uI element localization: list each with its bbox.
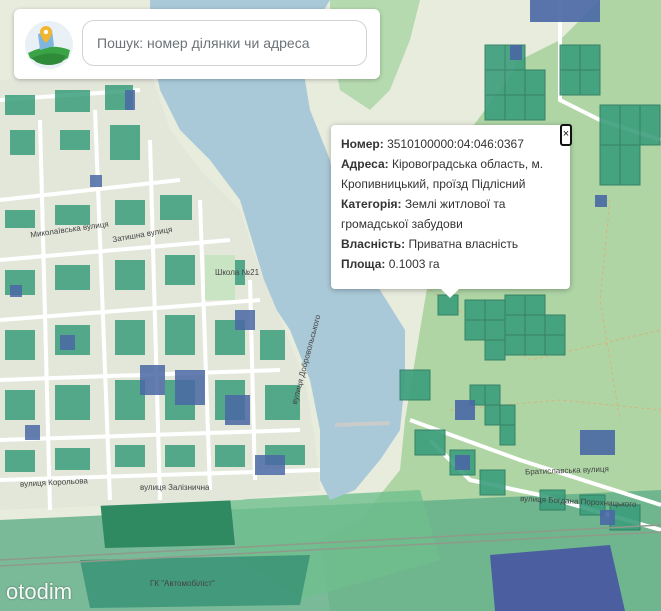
map-label-school: Школа №21 bbox=[215, 268, 260, 277]
parcel-blue-south bbox=[490, 545, 625, 611]
popup-address-label: Адреса: bbox=[341, 157, 389, 171]
watermark-logo: otodim bbox=[6, 579, 73, 604]
popup-row-address: Адреса: Кіровоградська область, м. Кропи… bbox=[341, 154, 560, 194]
popup-number-label: Номер: bbox=[341, 137, 384, 151]
popup-row-category: Категорія: Землі житлової та громадської… bbox=[341, 194, 560, 234]
popup-pointer bbox=[440, 288, 460, 298]
popup-area-value: 0.1003 га bbox=[388, 257, 440, 271]
app-logo-icon[interactable] bbox=[24, 20, 74, 70]
bridge bbox=[334, 421, 391, 427]
popup-number-value: 3510100000:04:046:0367 bbox=[387, 137, 524, 151]
school-grounds bbox=[205, 255, 235, 300]
popup-row-ownership: Власність: Приватна власність bbox=[341, 234, 560, 254]
popup-category-label: Категорія: bbox=[341, 197, 402, 211]
map-label-street-zaliznychna: вулиця Залізнична bbox=[140, 483, 210, 492]
cadastral-map[interactable] bbox=[0, 0, 661, 611]
map-label-gk: ГК "Автомобіліст" bbox=[150, 579, 215, 588]
popup-ownership-label: Власність: bbox=[341, 237, 406, 251]
search-input[interactable] bbox=[82, 20, 367, 66]
popup-row-number: Номер: 3510100000:04:046:0367 bbox=[341, 134, 560, 154]
popup-row-area: Площа: 0.1003 га bbox=[341, 254, 560, 274]
close-icon[interactable]: × bbox=[560, 124, 572, 146]
popup-ownership-value: Приватна власність bbox=[408, 237, 519, 251]
parcel-info-popup: × Номер: 3510100000:04:046:0367 Адреса: … bbox=[331, 124, 572, 289]
popup-area-label: Площа: bbox=[341, 257, 386, 271]
